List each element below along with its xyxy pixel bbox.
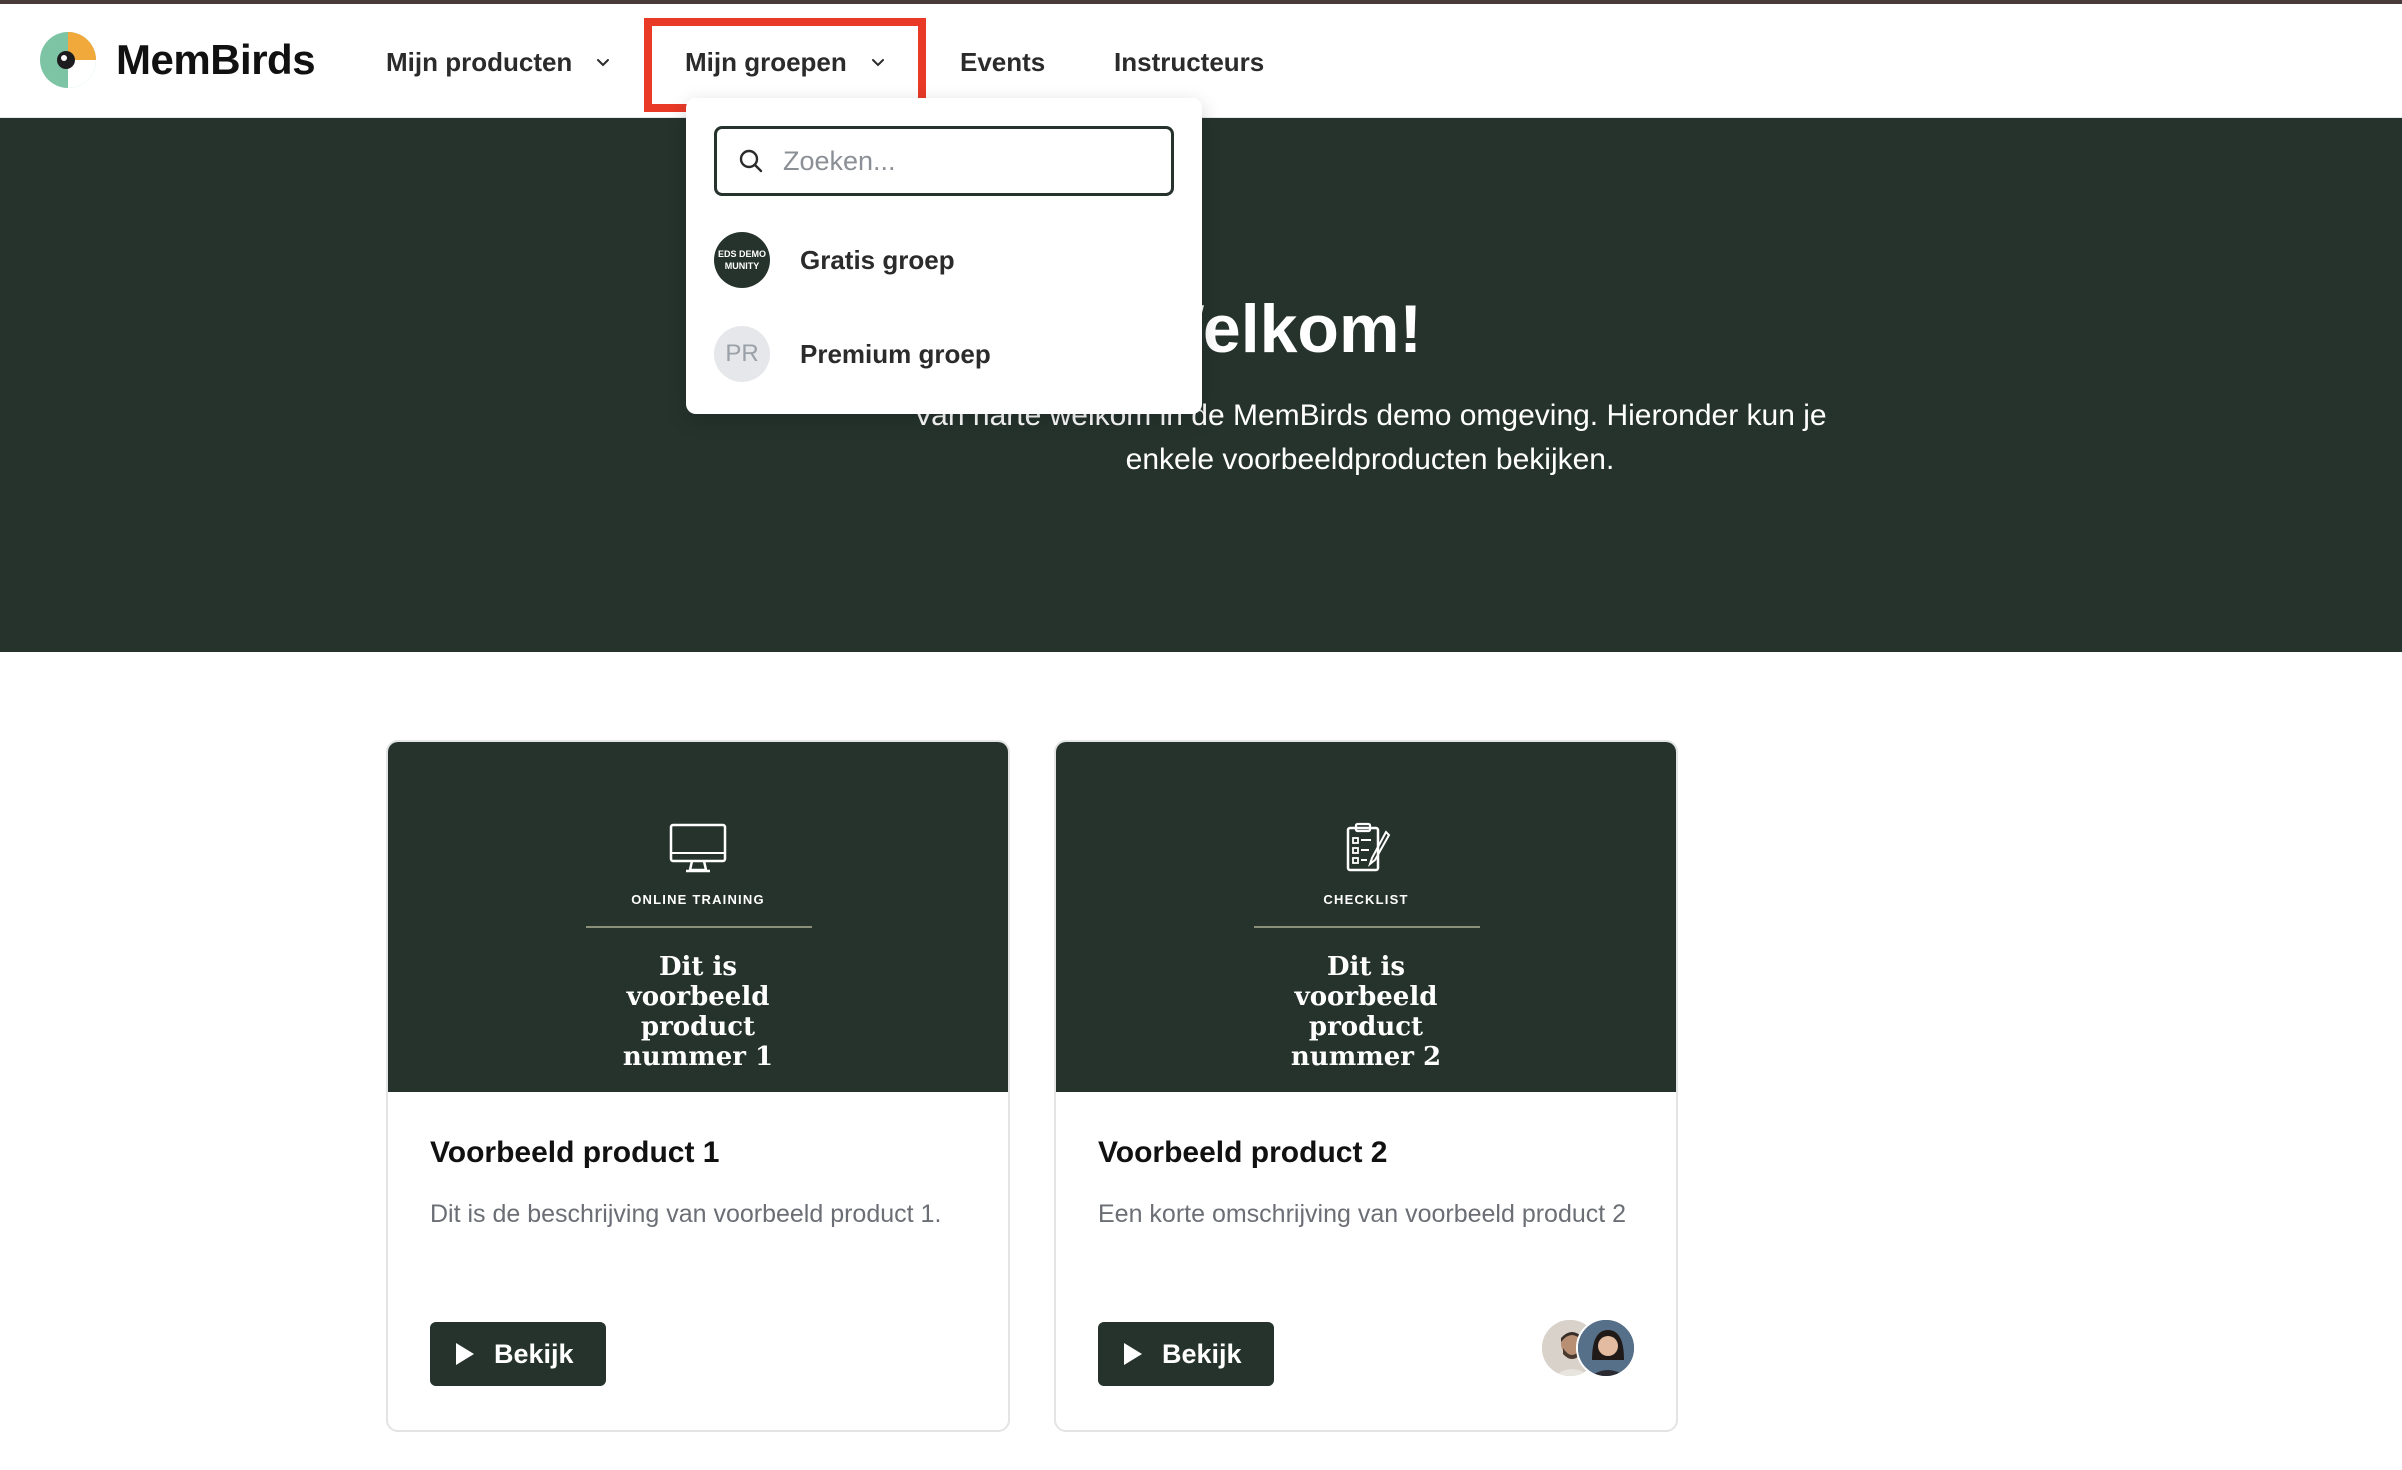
checklist-icon xyxy=(1346,822,1391,872)
product-title: Voorbeeld product 2 xyxy=(1098,1136,1388,1169)
product-description: Een korte omschrijving van voorbeeld pro… xyxy=(1098,1200,1627,1228)
product-image-title: Dit is voorbeeld product nummer 2 xyxy=(1290,952,1442,1072)
brand-logo[interactable]: MemBirds xyxy=(38,30,316,90)
group-item-label: Premium groep xyxy=(800,338,991,369)
product-title: Voorbeeld product 1 xyxy=(430,1136,720,1169)
product-card[interactable]: ONLINE TRAINING Dit is voorbeeld product… xyxy=(386,740,1010,1432)
product-image: ONLINE TRAINING Dit is voorbeeld product… xyxy=(388,742,1008,1092)
nav-instructeurs[interactable]: Instructeurs xyxy=(1114,44,1264,80)
person-icon xyxy=(1578,1320,1634,1376)
brand-name: MemBirds xyxy=(116,36,316,83)
play-icon xyxy=(456,1343,474,1365)
group-avatar: EDS DEMO MUNITY xyxy=(714,232,770,288)
bekijk-button[interactable]: Bekijk xyxy=(430,1322,606,1386)
group-search-box[interactable] xyxy=(714,126,1174,196)
group-avatar: PR xyxy=(714,326,770,382)
product-image-title: Dit is voorbeeld product nummer 1 xyxy=(622,952,774,1072)
divider xyxy=(1254,926,1480,928)
bekijk-button-label: Bekijk xyxy=(494,1338,574,1369)
membirds-logo-icon xyxy=(40,32,96,88)
groups-dropdown: EDS DEMO MUNITY Gratis groep PR Premium … xyxy=(686,98,1202,414)
nav-events-label: Events xyxy=(960,46,1046,77)
group-item-premium[interactable]: PR Premium groep xyxy=(714,326,991,382)
product-category: ONLINE TRAINING xyxy=(631,892,765,907)
play-icon xyxy=(1124,1343,1142,1365)
product-image: CHECKLIST Dit is voorbeeld product numme… xyxy=(1056,742,1676,1092)
monitor-icon xyxy=(669,823,727,873)
product-card[interactable]: CHECKLIST Dit is voorbeeld product numme… xyxy=(1054,740,1678,1432)
product-card-body: Voorbeeld product 2 Een korte omschrijvi… xyxy=(1098,1136,1638,1232)
product-card-body: Voorbeeld product 1 Dit is de beschrijvi… xyxy=(430,1136,970,1232)
nav-mijn-producten[interactable]: Mijn producten xyxy=(386,44,612,80)
group-search-input[interactable] xyxy=(783,145,1163,177)
search-icon xyxy=(739,149,763,173)
product-description: Dit is de beschrijving van voorbeeld pro… xyxy=(430,1200,942,1228)
nav-mijn-producten-label: Mijn producten xyxy=(386,46,573,77)
avatar xyxy=(1576,1318,1636,1378)
chevron-down-icon xyxy=(597,59,610,67)
product-category: CHECKLIST xyxy=(1323,892,1409,907)
instructor-avatars xyxy=(1540,1318,1640,1380)
divider xyxy=(586,926,812,928)
group-item-label: Gratis groep xyxy=(800,244,955,275)
nav-instructeurs-label: Instructeurs xyxy=(1114,46,1265,77)
top-navigation: MemBirds Mijn producten Mijn groepen Eve… xyxy=(0,4,2402,118)
nav-events[interactable]: Events xyxy=(960,44,1045,80)
bekijk-button[interactable]: Bekijk xyxy=(1098,1322,1274,1386)
group-item-gratis[interactable]: EDS DEMO MUNITY Gratis groep xyxy=(714,232,955,288)
bekijk-button-label: Bekijk xyxy=(1162,1338,1242,1369)
